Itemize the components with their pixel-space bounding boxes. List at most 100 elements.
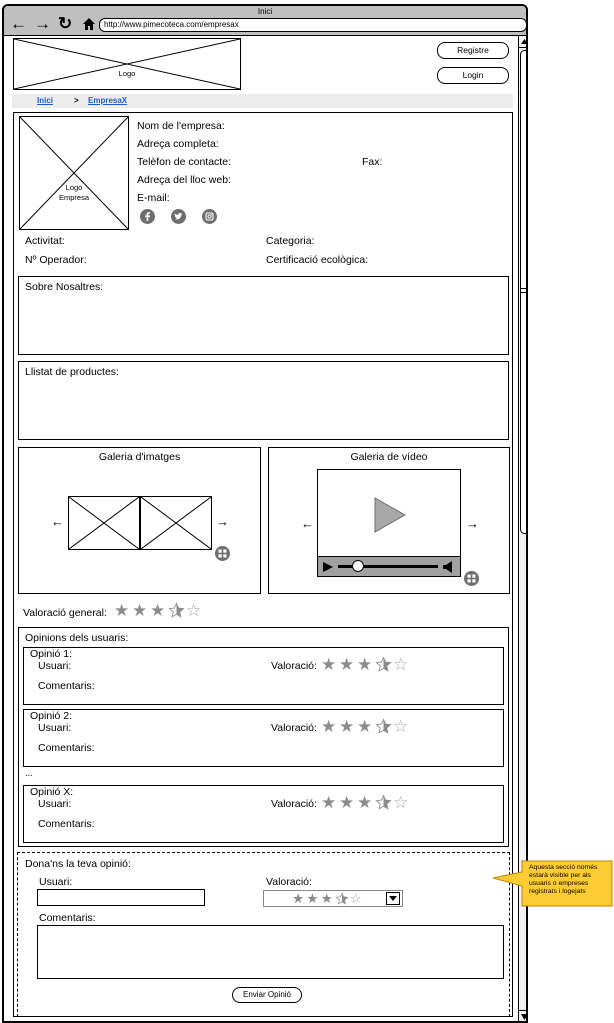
opinions-ellipsis: ... <box>25 768 33 778</box>
url-input[interactable]: http://www.pimecoteca.com/empresax <box>99 18 526 32</box>
image-gallery-title: Galeria d'imatges <box>98 451 181 463</box>
back-arrow-icon[interactable]: ← <box>10 15 27 32</box>
email-label: E-mail: <box>137 192 170 204</box>
volume-icon[interactable] <box>442 561 456 576</box>
gallery-next-arrow-icon[interactable]: → <box>216 514 229 529</box>
register-button[interactable]: Registre <box>437 42 509 59</box>
general-rating-label: Valoració general: <box>23 607 107 619</box>
star-empty-icon: ☆ <box>393 655 409 674</box>
products-section: Llistat de productes: <box>18 361 509 440</box>
star-filled-icon: ★ <box>357 655 373 674</box>
opinion-comments-label: Comentaris: <box>38 680 95 692</box>
form-rating-stars: ★ ★ ★ ☆ <box>292 892 366 906</box>
star-filled-icon: ★ <box>339 717 355 736</box>
breadcrumb-current-link[interactable]: EmpresaX <box>88 96 127 105</box>
gallery-prev-arrow-icon[interactable]: ← <box>51 514 64 529</box>
eco-certification-label: Certificació ecològica: <box>266 254 369 266</box>
category-label: Categoria: <box>266 235 315 247</box>
scroll-down-button[interactable] <box>519 1010 526 1021</box>
video-progress-knob[interactable] <box>352 560 364 572</box>
star-filled-icon: ★ <box>357 717 373 736</box>
opinion-rating-label: Valoració: <box>271 722 317 734</box>
opinion-rating-stars: ★ ★ ★ ☆ <box>321 656 413 674</box>
breadcrumb: Inici > EmpresaX <box>12 94 513 108</box>
gallery-image-thumb[interactable] <box>140 496 212 550</box>
star-filled-icon: ★ <box>132 601 148 620</box>
video-player[interactable] <box>317 469 461 577</box>
breadcrumb-separator: > <box>74 96 79 105</box>
star-half-icon <box>375 718 392 738</box>
breadcrumb-home-link[interactable]: Inici <box>37 96 53 105</box>
about-us-label: Sobre Nosaltres: <box>25 281 104 293</box>
twitter-icon[interactable] <box>171 209 186 227</box>
form-user-input[interactable] <box>37 889 205 906</box>
star-half-icon <box>375 656 392 676</box>
opinion-card: Opinió X: Usuari: Valoració: ★ ★ ★ ☆ Coment… <box>23 785 504 843</box>
video-gallery: Galeria de vídeo ← → <box>268 447 510 594</box>
activity-label: Activitat: <box>25 235 65 247</box>
video-gallery-title: Galeria de vídeo <box>350 451 428 463</box>
star-filled-icon: ★ <box>150 601 166 620</box>
star-empty-icon: ☆ <box>186 601 202 620</box>
opinions-title: Opinions dels usuaris: <box>25 632 129 644</box>
video-prev-arrow-icon[interactable]: ← <box>301 516 314 531</box>
company-logo: Logo Empresa <box>19 116 129 230</box>
about-us-section: Sobre Nosaltres: <box>18 276 509 355</box>
star-empty-icon: ☆ <box>349 891 362 907</box>
video-next-arrow-icon[interactable]: → <box>466 516 479 531</box>
star-empty-icon: ☆ <box>393 717 409 736</box>
video-controls <box>318 556 460 576</box>
star-filled-icon: ★ <box>114 601 130 620</box>
site-logo[interactable]: Logo <box>13 38 241 90</box>
opinion-user-label: Usuari: <box>38 798 72 810</box>
video-play-button-icon[interactable] <box>322 561 334 576</box>
star-filled-icon: ★ <box>321 655 337 674</box>
opinion-title: Opinió X: <box>30 786 74 798</box>
opinion-title: Opinió 1: <box>30 648 73 660</box>
website-label: Adreça del lloc web: <box>137 174 231 186</box>
opinion-user-label: Usuari: <box>38 722 72 734</box>
callout-text: Aquesta secció només estarà visible per … <box>529 864 598 895</box>
star-filled-icon: ★ <box>306 891 319 907</box>
window-title: Inici <box>257 7 273 16</box>
home-icon[interactable] <box>82 17 96 34</box>
form-comments-textarea[interactable] <box>37 925 504 979</box>
logo-label: Logo <box>116 69 138 78</box>
gallery-expand-icon[interactable] <box>215 546 230 564</box>
gallery-image-thumb[interactable] <box>68 496 140 550</box>
fax-label: Fax: <box>362 156 383 168</box>
play-icon[interactable] <box>374 497 407 536</box>
opinion-rating-label: Valoració: <box>271 798 317 810</box>
address-label: Adreça completa: <box>137 138 219 150</box>
star-half-icon <box>375 794 392 814</box>
login-button[interactable]: Login <box>437 67 509 84</box>
star-filled-icon: ★ <box>357 793 373 812</box>
video-expand-icon[interactable] <box>464 571 479 589</box>
opinion-rating-stars: ★ ★ ★ ☆ <box>321 794 413 812</box>
dropdown-arrow-icon[interactable] <box>386 892 400 908</box>
products-label: Llistat de productes: <box>25 366 119 378</box>
forward-arrow-icon[interactable]: → <box>34 15 51 32</box>
star-filled-icon: ★ <box>339 793 355 812</box>
opinion-card: Opinió 1: Usuari: Valoració: ★ ★ ★ ☆ Coment… <box>23 647 504 705</box>
form-title: Dona'ns la teva opinió: <box>25 858 131 870</box>
operator-number-label: Nº Operador: <box>25 254 87 266</box>
form-rating-select[interactable]: ★ ★ ★ ☆ <box>263 890 403 907</box>
opinion-comments-label: Comentaris: <box>38 818 95 830</box>
opinion-user-label: Usuari: <box>38 660 72 672</box>
star-half-icon <box>168 602 185 622</box>
phone-label: Telèfon de contacte: <box>137 156 231 168</box>
star-empty-icon: ☆ <box>393 793 409 812</box>
general-rating-stars: ★ ★ ★ ☆ <box>114 602 206 620</box>
scroll-up-button[interactable] <box>519 36 526 48</box>
company-name-label: Nom de l'empresa: <box>137 120 225 132</box>
instagram-icon[interactable] <box>202 209 217 227</box>
image-gallery: Galeria d'imatges ← → <box>18 447 261 594</box>
facebook-icon[interactable] <box>140 209 155 227</box>
form-user-label: Usuari: <box>39 876 73 888</box>
form-rating-label: Valoració: <box>266 876 312 888</box>
star-filled-icon: ★ <box>321 793 337 812</box>
opinion-comments-label: Comentaris: <box>38 742 95 754</box>
submit-opinion-button[interactable]: Enviar Opinió <box>232 987 302 1003</box>
reload-icon[interactable]: ↻ <box>58 15 72 32</box>
